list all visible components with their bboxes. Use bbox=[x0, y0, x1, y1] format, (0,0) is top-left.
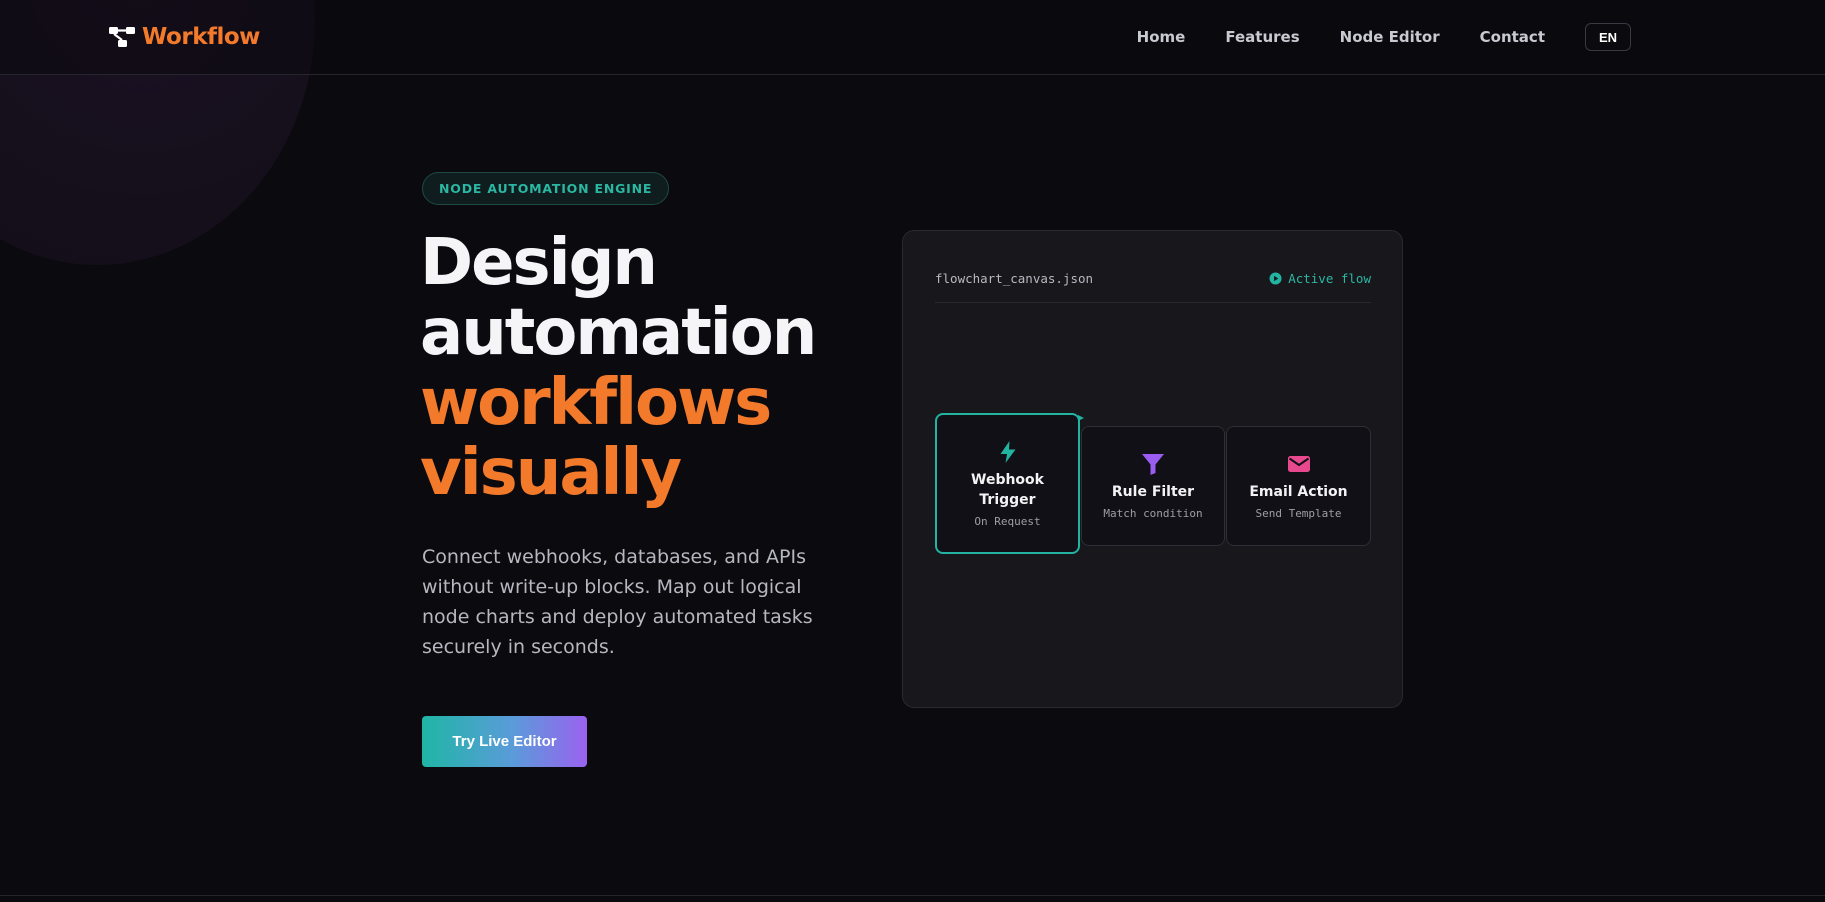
node-title: Rule Filter bbox=[1111, 484, 1195, 500]
site-header: Workflow Home Features Node Editor Conta… bbox=[0, 0, 1825, 75]
play-circle-icon bbox=[1269, 272, 1282, 285]
hero-badge: NODE AUTOMATION ENGINE bbox=[422, 172, 670, 205]
node-email-action[interactable]: Email Action Send Template bbox=[1226, 426, 1371, 546]
node-subtitle: On Request bbox=[974, 514, 1041, 528]
flowchart-canvas-card: flowchart_canvas.json Active flow Webhoo… bbox=[902, 230, 1403, 708]
canvas-header: flowchart_canvas.json Active flow bbox=[935, 271, 1371, 303]
node-title: Webhook Trigger bbox=[971, 471, 1044, 508]
hero-description: Connect webhooks, databases, and APIs wi… bbox=[422, 546, 813, 658]
nodes-logo-icon bbox=[109, 27, 135, 47]
lightning-icon bbox=[1000, 440, 1015, 463]
language-button[interactable]: EN bbox=[1585, 23, 1631, 51]
landing-page: Workflow Home Features Node Editor Conta… bbox=[0, 0, 1825, 902]
nav-node-editor-link[interactable]: Node Editor bbox=[1340, 22, 1440, 52]
envelope-icon bbox=[1287, 456, 1310, 472]
headline-line-3: workflows bbox=[420, 366, 772, 440]
footer-divider bbox=[0, 895, 1825, 896]
node-rule-filter[interactable]: Rule Filter Match condition bbox=[1081, 426, 1225, 546]
node-subtitle: Match condition bbox=[1103, 507, 1203, 520]
headline-line-1: Design bbox=[420, 226, 658, 300]
brand-logo[interactable]: Workflow bbox=[108, 24, 260, 50]
flow-status-label: Active flow bbox=[1288, 271, 1371, 286]
node-title: Email Action bbox=[1249, 484, 1348, 500]
headline-line-2: automation bbox=[420, 296, 817, 370]
flow-status: Active flow bbox=[1269, 271, 1371, 286]
nav-home-link[interactable]: Home bbox=[1137, 22, 1186, 52]
funnel-icon bbox=[1142, 454, 1164, 475]
try-live-editor-button[interactable]: Try Live Editor bbox=[422, 716, 587, 767]
node-subtitle: Send Template bbox=[1255, 507, 1342, 520]
hero-headline: Design automation workflows visually bbox=[420, 226, 817, 510]
main-nav: Home Features Node Editor Contact EN bbox=[1137, 22, 1631, 52]
brand-name: Workflow bbox=[142, 24, 260, 50]
node-webhook-trigger[interactable]: Webhook Trigger On Request bbox=[935, 413, 1080, 554]
nav-contact-link[interactable]: Contact bbox=[1480, 22, 1545, 52]
headline-line-4: visually bbox=[420, 436, 682, 510]
nav-features-link[interactable]: Features bbox=[1225, 22, 1299, 52]
canvas-filename: flowchart_canvas.json bbox=[935, 271, 1094, 286]
